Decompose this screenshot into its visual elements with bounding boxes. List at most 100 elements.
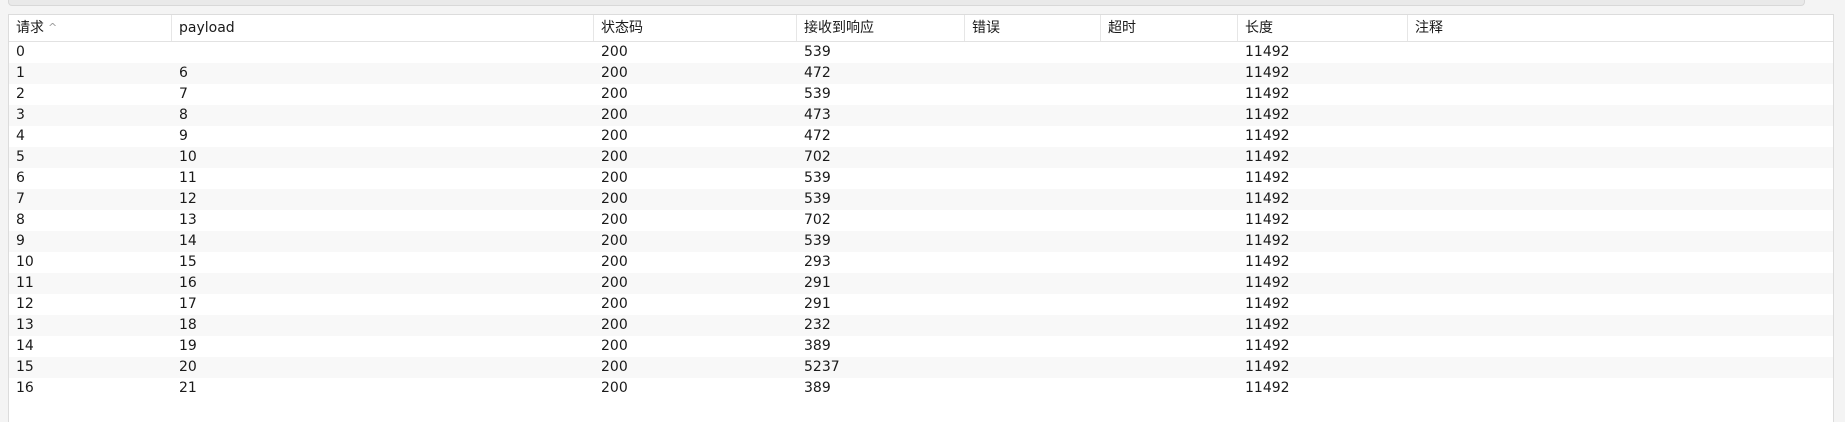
table-row[interactable]: 14 19 200 389 11492 <box>9 336 1833 357</box>
table-row[interactable]: 4 9 200 472 11492 <box>9 126 1833 147</box>
payload-cell: 20 <box>179 359 197 375</box>
payload-cell: 19 <box>179 338 197 354</box>
table-row[interactable]: 9 14 200 539 11492 <box>9 231 1833 252</box>
column-header-label: 请求 <box>16 20 44 36</box>
table-row[interactable]: 15 20 200 5237 11492 <box>9 357 1833 378</box>
error-cell <box>965 294 1101 315</box>
comment-cell <box>1408 294 1835 315</box>
table-row[interactable]: 8 13 200 702 11492 <box>9 210 1833 231</box>
request-cell: 16 <box>16 380 34 396</box>
length-cell: 11492 <box>1245 233 1290 249</box>
column-header-label: 超时 <box>1108 20 1136 36</box>
table-row[interactable]: 6 11 200 539 11492 <box>9 168 1833 189</box>
column-header-label: payload <box>179 20 235 36</box>
payload-cell: 9 <box>179 128 188 144</box>
comment-cell <box>1408 252 1835 273</box>
payload-cell: 10 <box>179 149 197 165</box>
length-cell: 11492 <box>1245 317 1290 333</box>
response-received-cell: 293 <box>804 254 831 270</box>
length-cell: 11492 <box>1245 44 1290 60</box>
error-cell <box>965 42 1101 63</box>
request-cell: 4 <box>16 128 25 144</box>
payload-cell: 11 <box>179 170 197 186</box>
error-cell <box>965 378 1101 399</box>
sort-ascending-icon: ^ <box>48 21 58 34</box>
timeout-cell <box>1101 84 1238 105</box>
column-header-label: 错误 <box>972 20 1000 36</box>
timeout-cell <box>1101 273 1238 294</box>
error-cell <box>965 126 1101 147</box>
timeout-cell <box>1101 105 1238 126</box>
table-row[interactable]: 12 17 200 291 11492 <box>9 294 1833 315</box>
column-header-comment[interactable]: 注释 <box>1408 15 1835 41</box>
error-cell <box>965 252 1101 273</box>
timeout-cell <box>1101 378 1238 399</box>
status-code-cell: 200 <box>601 107 628 123</box>
table-row[interactable]: 10 15 200 293 11492 <box>9 252 1833 273</box>
timeout-cell <box>1101 315 1238 336</box>
comment-cell <box>1408 189 1835 210</box>
error-cell <box>965 168 1101 189</box>
error-cell <box>965 105 1101 126</box>
length-cell: 11492 <box>1245 65 1290 81</box>
response-received-cell: 539 <box>804 44 831 60</box>
comment-cell <box>1408 147 1835 168</box>
status-code-cell: 200 <box>601 254 628 270</box>
response-received-cell: 472 <box>804 65 831 81</box>
table-row[interactable]: 16 21 200 389 11492 <box>9 378 1833 399</box>
status-code-cell: 200 <box>601 212 628 228</box>
payload-cell: 13 <box>179 212 197 228</box>
column-header-response-received[interactable]: 接收到响应 <box>797 15 965 41</box>
request-cell: 9 <box>16 233 25 249</box>
request-cell: 5 <box>16 149 25 165</box>
column-header-label: 长度 <box>1245 20 1273 36</box>
table-row[interactable]: 0 200 539 11492 <box>9 42 1833 63</box>
table-row[interactable]: 3 8 200 473 11492 <box>9 105 1833 126</box>
status-code-cell: 200 <box>601 380 628 396</box>
response-received-cell: 702 <box>804 149 831 165</box>
column-header-status-code[interactable]: 状态码 <box>594 15 797 41</box>
table-row[interactable]: 13 18 200 232 11492 <box>9 315 1833 336</box>
column-header-request[interactable]: 请求 ^ <box>9 15 172 41</box>
status-code-cell: 200 <box>601 317 628 333</box>
response-received-cell: 472 <box>804 128 831 144</box>
payload-cell: 17 <box>179 296 197 312</box>
request-cell: 7 <box>16 191 25 207</box>
table-row[interactable]: 5 10 200 702 11492 <box>9 147 1833 168</box>
table-row[interactable]: 1 6 200 472 11492 <box>9 63 1833 84</box>
request-cell: 3 <box>16 107 25 123</box>
column-header-label: 状态码 <box>601 20 643 36</box>
length-cell: 11492 <box>1245 275 1290 291</box>
top-panel-edge <box>8 0 1805 6</box>
table-row[interactable]: 11 16 200 291 11492 <box>9 273 1833 294</box>
request-cell: 1 <box>16 65 25 81</box>
timeout-cell <box>1101 189 1238 210</box>
error-cell <box>965 315 1101 336</box>
payload-cell <box>172 42 594 63</box>
timeout-cell <box>1101 126 1238 147</box>
column-header-length[interactable]: 长度 <box>1238 15 1408 41</box>
table-body: 0 200 539 11492 1 6 200 472 11492 2 7 200 539 11492 3 8… <box>9 42 1833 399</box>
payload-cell: 18 <box>179 317 197 333</box>
payload-cell: 12 <box>179 191 197 207</box>
timeout-cell <box>1101 357 1238 378</box>
request-cell: 10 <box>16 254 34 270</box>
comment-cell <box>1408 105 1835 126</box>
length-cell: 11492 <box>1245 107 1290 123</box>
table-row[interactable]: 2 7 200 539 11492 <box>9 84 1833 105</box>
results-table: 请求 ^ payload 状态码 接收到响应 错误 超时 长度 注释 0 200 53… <box>8 14 1834 422</box>
column-header-payload[interactable]: payload <box>172 15 594 41</box>
table-row[interactable]: 7 12 200 539 11492 <box>9 189 1833 210</box>
length-cell: 11492 <box>1245 338 1290 354</box>
column-header-label: 接收到响应 <box>804 20 874 36</box>
status-code-cell: 200 <box>601 338 628 354</box>
status-code-cell: 200 <box>601 359 628 375</box>
length-cell: 11492 <box>1245 359 1290 375</box>
request-cell: 11 <box>16 275 34 291</box>
column-header-error[interactable]: 错误 <box>965 15 1101 41</box>
column-header-timeout[interactable]: 超时 <box>1101 15 1238 41</box>
timeout-cell <box>1101 42 1238 63</box>
status-code-cell: 200 <box>601 149 628 165</box>
status-code-cell: 200 <box>601 275 628 291</box>
comment-cell <box>1408 357 1835 378</box>
